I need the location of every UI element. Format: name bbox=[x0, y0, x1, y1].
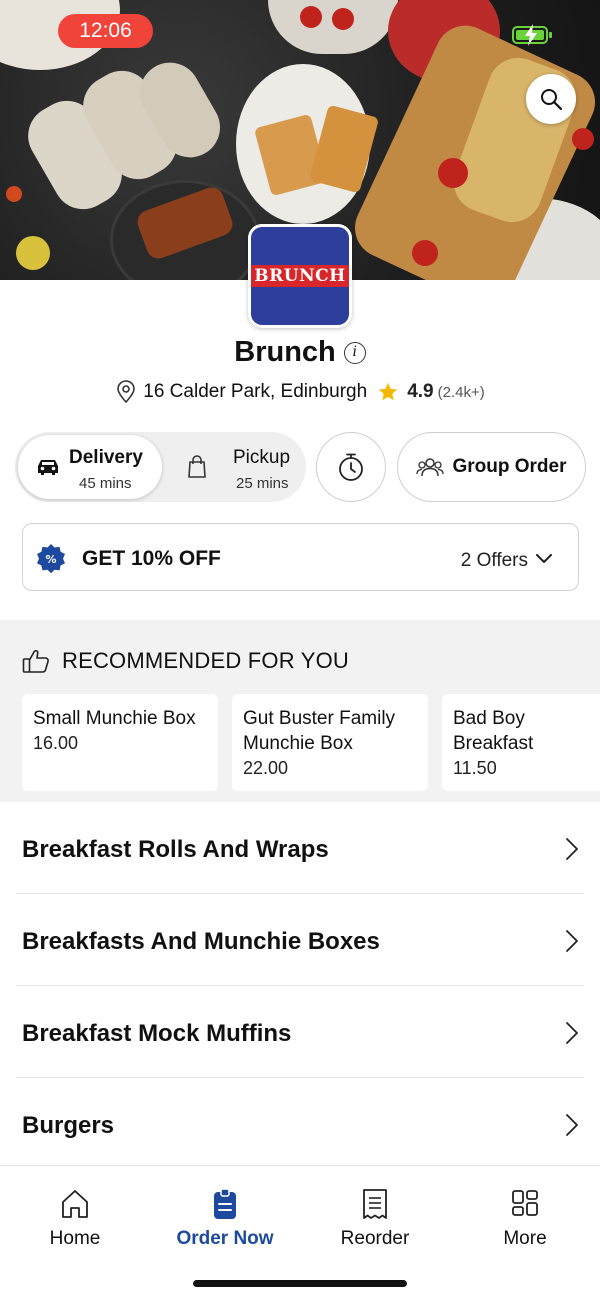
recommended-header: RECOMMENDED FOR YOU bbox=[22, 648, 349, 674]
restaurant-address: 16 Calder Park, Edinburgh bbox=[143, 381, 368, 402]
sauce-dish bbox=[16, 236, 50, 270]
tomato bbox=[412, 240, 438, 266]
rating-count: (2.4k+) bbox=[437, 383, 485, 401]
thumbs-up-icon bbox=[22, 649, 49, 673]
recommended-item-name: Gut Buster Family Munchie Box bbox=[243, 708, 396, 754]
sauce-dish bbox=[6, 186, 22, 202]
category-row[interactable]: Breakfast Mock Muffins bbox=[0, 986, 600, 1078]
category-label: Breakfasts And Munchie Boxes bbox=[22, 928, 380, 955]
recommended-card[interactable]: Bad Boy Breakfast 11.50 bbox=[442, 694, 600, 791]
nav-more-label: More bbox=[503, 1228, 547, 1249]
recommended-item-name: Bad Boy Breakfast bbox=[453, 708, 534, 754]
offer-title: GET 10% OFF bbox=[82, 547, 221, 570]
search-icon bbox=[541, 89, 563, 111]
pickup-mode-button[interactable]: Pickup 25 mins bbox=[167, 435, 303, 499]
chevron-right-icon bbox=[566, 838, 578, 860]
rating-value: 4.9 bbox=[407, 381, 434, 402]
nav-reorder[interactable]: Reorder bbox=[300, 1188, 450, 1250]
group-order-label: Group Order bbox=[452, 456, 567, 477]
category-label: Breakfast Mock Muffins bbox=[22, 1020, 292, 1047]
category-row[interactable]: Burgers bbox=[0, 1078, 600, 1170]
delivery-time: 45 mins bbox=[79, 475, 132, 492]
recommended-item-price: 16.00 bbox=[33, 733, 79, 753]
recommended-card[interactable]: Gut Buster Family Munchie Box 22.00 bbox=[232, 694, 428, 791]
recommended-title: RECOMMENDED FOR YOU bbox=[62, 648, 349, 673]
stopwatch-icon bbox=[339, 453, 363, 481]
group-order-button[interactable]: Group Order bbox=[397, 432, 586, 502]
location-pin-icon bbox=[117, 380, 136, 404]
recommended-item-name: Small Munchie Box bbox=[33, 708, 196, 729]
schedule-button[interactable] bbox=[316, 432, 386, 502]
bottom-navigation: Home Order Now Reorder More bbox=[0, 1165, 600, 1298]
tomato bbox=[572, 128, 594, 150]
recommended-section: RECOMMENDED FOR YOU Small Munchie Box 16… bbox=[0, 620, 600, 802]
logo-text: BRUNCH bbox=[251, 265, 349, 287]
order-mode-selector: Delivery 45 mins Pickup 25 mins bbox=[15, 432, 306, 502]
logo-background: BRUNCH bbox=[251, 227, 349, 325]
status-time: 12:06 bbox=[58, 14, 153, 48]
group-people-icon bbox=[416, 458, 445, 477]
category-row[interactable]: Breakfasts And Munchie Boxes bbox=[0, 894, 600, 986]
car-icon bbox=[38, 460, 58, 475]
info-icon[interactable]: i bbox=[343, 342, 366, 365]
search-button[interactable] bbox=[526, 74, 576, 124]
address-row: 16 Calder Park, Edinburgh 4.9 (2.4k+) bbox=[0, 380, 600, 404]
recommended-item-price: 11.50 bbox=[453, 758, 497, 778]
category-row[interactable]: Breakfast Rolls And Wraps bbox=[0, 802, 600, 894]
nav-home[interactable]: Home bbox=[0, 1188, 150, 1250]
charging-bolt-icon bbox=[525, 24, 537, 46]
discount-badge-icon: % bbox=[37, 544, 65, 574]
nav-order-now-label: Order Now bbox=[176, 1228, 274, 1249]
chevron-right-icon bbox=[566, 930, 578, 952]
chevron-right-icon bbox=[566, 1022, 578, 1044]
restaurant-name: Brunch bbox=[234, 336, 336, 368]
nav-more[interactable]: More bbox=[450, 1188, 600, 1250]
delivery-label: Delivery bbox=[69, 447, 143, 468]
tomato bbox=[438, 158, 468, 188]
svg-text:%: % bbox=[45, 553, 56, 566]
nav-order-now[interactable]: Order Now bbox=[150, 1188, 300, 1250]
restaurant-logo: BRUNCH bbox=[248, 224, 352, 328]
food-plate bbox=[268, 0, 398, 54]
pickup-label: Pickup bbox=[233, 447, 291, 468]
recommended-item-price: 22.00 bbox=[243, 758, 289, 778]
offer-count: 2 Offers bbox=[460, 550, 528, 571]
offers-banner[interactable]: % GET 10% OFF 2 Offers bbox=[22, 523, 579, 591]
receipt-icon bbox=[363, 1189, 387, 1219]
nav-reorder-label: Reorder bbox=[340, 1228, 410, 1249]
tomato bbox=[300, 6, 322, 28]
delivery-mode-button[interactable]: Delivery 45 mins bbox=[18, 435, 162, 499]
recommended-card[interactable]: Small Munchie Box 16.00 bbox=[22, 694, 218, 791]
chevron-right-icon bbox=[566, 1114, 578, 1136]
restaurant-name-row: Brunch i bbox=[0, 336, 600, 369]
order-icon bbox=[214, 1188, 236, 1219]
pickup-time: 25 mins bbox=[236, 475, 289, 492]
shopping-bag-icon bbox=[188, 455, 206, 478]
chevron-down-icon bbox=[536, 554, 552, 563]
grid-icon bbox=[512, 1190, 538, 1216]
tomato bbox=[332, 8, 354, 30]
category-label: Burgers bbox=[22, 1112, 115, 1139]
home-icon bbox=[62, 1190, 88, 1218]
star-icon bbox=[379, 382, 398, 401]
category-label: Breakfast Rolls And Wraps bbox=[22, 836, 329, 863]
nav-home-label: Home bbox=[49, 1228, 101, 1249]
home-indicator[interactable] bbox=[193, 1280, 407, 1287]
